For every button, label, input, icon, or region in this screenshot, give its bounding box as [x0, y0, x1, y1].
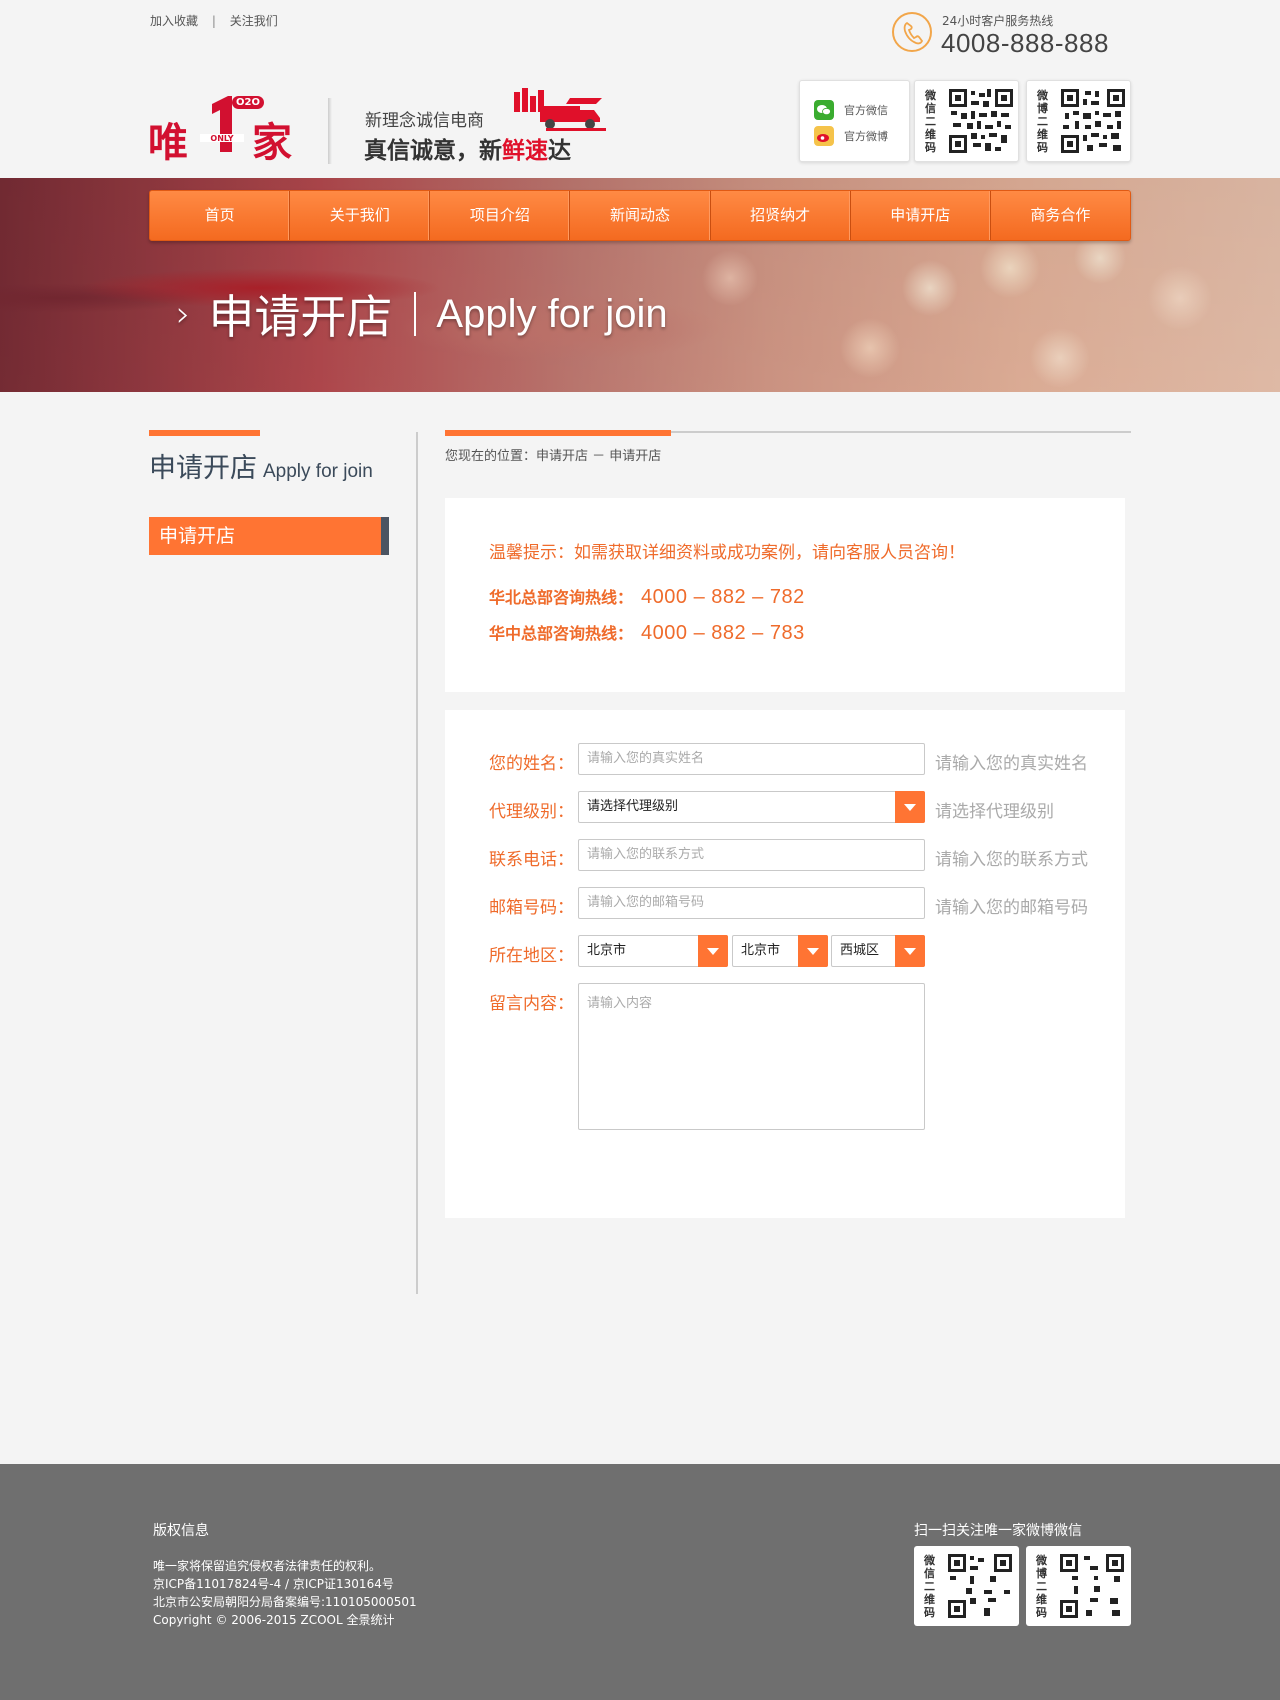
slogan-line-2: 真信诚意，新鲜速达: [364, 138, 571, 164]
chevron-down-icon[interactable]: [895, 935, 925, 967]
district-select-value: 西城区: [840, 943, 880, 958]
tips-text: 温馨提示：如需获取详细资料或成功案例，请向客服人员咨询！: [489, 543, 965, 563]
region-label: 所在地区：: [489, 946, 574, 966]
hotline-number: 4008-888-888: [941, 28, 1109, 58]
logo[interactable]: 唯 ONLY O2O 家: [148, 96, 308, 166]
sidebar-item-apply[interactable]: 申请开店: [149, 517, 389, 555]
qr-code-icon: [1060, 1554, 1124, 1618]
email-label: 邮箱号码：: [489, 898, 574, 918]
phone-input[interactable]: 请输入您的联系方式: [578, 839, 925, 871]
hotline-label: 24小时客户服务热线: [942, 14, 1054, 28]
hotline-north: 华北总部咨询热线： 4000 – 882 – 782: [489, 586, 805, 608]
add-favorite-link[interactable]: 加入收藏: [150, 12, 198, 29]
column-divider: [416, 432, 418, 1294]
footer-weibo-qr[interactable]: 微博二维码: [1026, 1546, 1131, 1626]
hotline: 24小时客户服务热线 4008-888-888: [892, 12, 1132, 58]
chevron-down-icon[interactable]: [798, 935, 828, 967]
district-select[interactable]: 西城区: [831, 935, 925, 967]
level-select[interactable]: 请选择代理级别: [578, 791, 925, 823]
name-label: 您的姓名：: [489, 754, 574, 774]
email-input[interactable]: 请输入您的邮箱号码: [578, 887, 925, 919]
weibo-icon: [814, 126, 834, 146]
form-row-message: 留言内容： 请输入内容: [445, 983, 1125, 1130]
footer-scan-title: 扫一扫关注唯一家微博微信: [914, 1523, 1082, 1539]
footer-weibo-qr-label: 微博二维码: [1036, 1554, 1047, 1619]
top-links-separator: |: [211, 14, 216, 28]
footer-title: 版权信息: [153, 1523, 209, 1539]
official-wechat-link[interactable]: 官方微信: [814, 99, 888, 121]
footer-wechat-qr-label: 微信二维码: [924, 1554, 935, 1619]
logo-divider: [328, 98, 332, 164]
sidebar-title: 申请开店 Apply for join: [149, 453, 373, 484]
hotline-central: 华中总部咨询热线： 4000 – 882 – 783: [489, 622, 805, 644]
official-social-box: 官方微信 官方微博: [799, 80, 910, 162]
wechat-icon: [814, 100, 834, 120]
sidebar-accent: [149, 430, 260, 436]
form-row-level: 代理级别： 请选择代理级别 请选择代理级别: [445, 791, 1125, 825]
nav-item-careers[interactable]: 招贤纳才: [711, 191, 851, 240]
follow-us-link[interactable]: 关注我们: [230, 12, 278, 29]
phone-hint: 请输入您的联系方式: [935, 850, 1088, 870]
official-weibo-link[interactable]: 官方微博: [814, 125, 888, 147]
banner-title-cn: 申请开店: [208, 290, 393, 344]
email-hint: 请输入您的邮箱号码: [935, 898, 1088, 918]
main-nav: 首页 关于我们 项目介绍 新闻动态 招贤纳才 申请开店 商务合作: [149, 190, 1131, 241]
form-row-name: 您的姓名： 请输入您的真实姓名 请输入您的真实姓名: [445, 743, 1125, 777]
nav-item-about[interactable]: 关于我们: [290, 191, 431, 240]
chevron-down-icon[interactable]: [698, 935, 728, 967]
name-input[interactable]: 请输入您的真实姓名: [578, 743, 925, 775]
province-select-value: 北京市: [587, 943, 627, 958]
logo-char-right: 家: [252, 120, 292, 166]
level-label: 代理级别：: [489, 802, 574, 822]
slogan-line-1: 新理念诚信电商: [365, 111, 484, 131]
nav-item-projects[interactable]: 项目介绍: [430, 191, 571, 240]
wechat-qr-label: 微信二维码: [925, 89, 936, 154]
top-links: 加入收藏 | 关注我们: [150, 12, 278, 29]
banner-title: › 申请开店 Apply for join: [176, 284, 668, 344]
chevron-right-icon: ›: [176, 293, 191, 335]
city-select[interactable]: 北京市: [732, 935, 828, 967]
phone-icon: [892, 12, 932, 52]
province-select[interactable]: 北京市: [578, 935, 728, 967]
logo-badge: O2O: [232, 96, 264, 109]
tips-panel: 温馨提示：如需获取详细资料或成功案例，请向客服人员咨询！ 华北总部咨询热线： 40…: [445, 498, 1125, 692]
application-form: 您的姓名： 请输入您的真实姓名 请输入您的真实姓名 代理级别： 请选择代理级别 …: [445, 710, 1125, 1218]
nav-item-home[interactable]: 首页: [150, 191, 291, 240]
name-hint: 请输入您的真实姓名: [935, 754, 1088, 774]
weibo-qr-code-icon: [1061, 89, 1125, 153]
page: 加入收藏 | 关注我们 24小时客户服务热线 4008-888-888 唯 ON…: [0, 0, 1280, 1700]
footer-copyright: 唯一家将保留追究侵权者法律责任的权利。 京ICP备11017824号-4 / 京…: [153, 1559, 417, 1627]
official-wechat-label: 官方微信: [844, 104, 888, 117]
level-select-value: 请选择代理级别: [587, 799, 679, 814]
nav-item-apply[interactable]: 申请开店: [851, 191, 991, 240]
wechat-qr-code-icon: [949, 89, 1013, 153]
chevron-down-icon[interactable]: [895, 791, 925, 823]
logo-char-left: 唯: [148, 120, 188, 166]
message-label: 留言内容：: [489, 994, 574, 1014]
level-hint: 请选择代理级别: [935, 802, 1054, 822]
official-weibo-label: 官方微博: [844, 130, 888, 143]
nav-item-news[interactable]: 新闻动态: [570, 191, 711, 240]
wechat-qr-box[interactable]: 微信二维码: [914, 80, 1019, 162]
weibo-qr-box[interactable]: 微博二维码: [1026, 80, 1131, 162]
banner-divider: [414, 292, 417, 336]
city-select-value: 北京市: [741, 943, 781, 958]
svg-text:ONLY: ONLY: [210, 134, 233, 143]
footer: 版权信息 唯一家将保留追究侵权者法律责任的权利。 京ICP备11017824号-…: [0, 1464, 1280, 1700]
banner-title-en: Apply for join: [436, 291, 668, 336]
nav-item-business[interactable]: 商务合作: [991, 191, 1130, 240]
form-row-phone: 联系电话： 请输入您的联系方式 请输入您的联系方式: [445, 839, 1125, 873]
footer-wechat-qr[interactable]: 微信二维码: [914, 1546, 1019, 1626]
phone-label: 联系电话：: [489, 850, 574, 870]
qr-code-icon: [948, 1554, 1012, 1618]
message-textarea[interactable]: 请输入内容: [578, 983, 925, 1130]
delivery-truck-icon: [514, 88, 606, 131]
weibo-qr-label: 微博二维码: [1037, 89, 1048, 154]
breadcrumb: 您现在的位置：申请开店 － 申请开店: [445, 449, 662, 464]
form-row-email: 邮箱号码： 请输入您的邮箱号码 请输入您的邮箱号码: [445, 887, 1125, 921]
form-row-region: 所在地区： 北京市 北京市 西城区: [445, 935, 1125, 969]
content-accent: [445, 430, 671, 436]
